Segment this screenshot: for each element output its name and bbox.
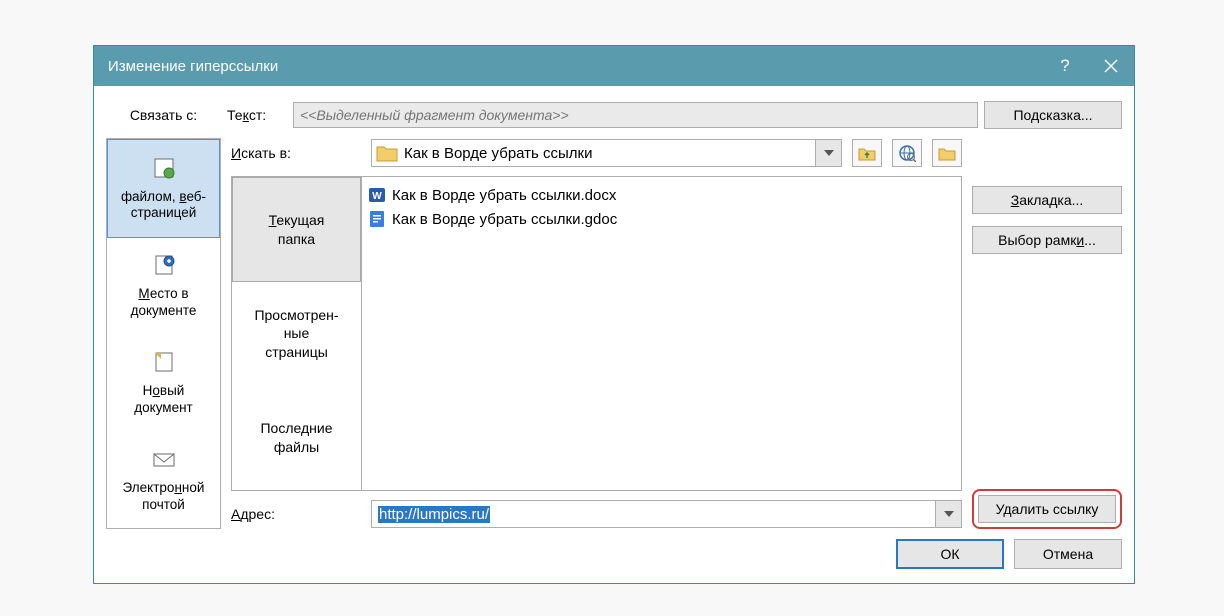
- folder-open-icon: [938, 145, 956, 161]
- tab-current-folder-label: Текущаяпапка: [269, 211, 325, 247]
- link-to-email[interactable]: Электроннойпочтой: [107, 431, 220, 528]
- up-folder-button[interactable]: [852, 139, 882, 167]
- dialog-footer: ОК Отмена: [106, 539, 1122, 569]
- link-to-file-web[interactable]: файлом, веб-страницей: [107, 139, 220, 238]
- center-column: Искать в: Как в Ворде убрать ссылки: [231, 138, 962, 529]
- cancel-button[interactable]: Отмена: [1014, 539, 1122, 569]
- link-to-new-doc-label: Новыйдокумент: [134, 383, 192, 417]
- tab-recent-files-label: Последниефайлы: [260, 419, 332, 455]
- text-label: Текст:: [227, 107, 287, 123]
- look-in-dropdown-btn[interactable]: [815, 140, 841, 166]
- link-with-label: Связать с:: [106, 107, 221, 123]
- text-row: Связать с: Текст: Подсказка...: [106, 98, 1122, 132]
- display-text-field[interactable]: [293, 102, 978, 128]
- svg-text:W: W: [372, 191, 382, 202]
- browse-web-icon: [898, 144, 916, 162]
- titlebar: Изменение гиперссылки ?: [94, 46, 1134, 86]
- remove-link-highlight: Удалить ссылку: [972, 489, 1122, 529]
- link-to-place[interactable]: Место вдокументе: [107, 238, 220, 335]
- screentip-button[interactable]: Подсказка...: [984, 101, 1122, 129]
- file-name: Как в Ворде убрать ссылки.gdoc: [392, 211, 617, 228]
- browse-file-button[interactable]: [932, 139, 962, 167]
- file-item-gdoc[interactable]: Как в Ворде убрать ссылки.gdoc: [368, 207, 955, 231]
- bookmark-icon: [151, 252, 177, 283]
- email-icon: [151, 446, 177, 477]
- file-list[interactable]: W Как в Ворде убрать ссылки.docx: [361, 176, 962, 491]
- dialog-body: Связать с: Текст: Подсказка... файлом, в…: [94, 86, 1134, 583]
- web-icon: [151, 155, 177, 186]
- link-to-place-label: Место вдокументе: [131, 286, 197, 320]
- new-doc-icon: [151, 349, 177, 380]
- tab-browsed-pages-label: Просмотрен-ныестраницы: [254, 306, 338, 361]
- link-to-file-web-label: файлом, веб-страницей: [121, 189, 206, 223]
- file-name: Как в Ворде убрать ссылки.docx: [392, 187, 616, 204]
- address-input[interactable]: http://lumpics.ru/: [371, 500, 962, 528]
- link-to-panel: файлом, веб-страницей Место вдокументе: [106, 138, 221, 529]
- folder-icon: [376, 144, 398, 162]
- tab-recent-files[interactable]: Последниефайлы: [232, 386, 361, 490]
- tab-browsed-pages[interactable]: Просмотрен-ныестраницы: [232, 282, 361, 386]
- chevron-down-icon: [824, 150, 834, 156]
- look-in-label: Искать в:: [231, 145, 361, 161]
- file-item-docx[interactable]: W Как в Ворде убрать ссылки.docx: [368, 183, 955, 207]
- close-icon: [1104, 59, 1118, 73]
- files-wrap: Текущаяпапка Просмотрен-ныестраницы Посл…: [231, 176, 962, 491]
- link-to-email-label: Электроннойпочтой: [123, 480, 205, 514]
- browse-web-button[interactable]: [892, 139, 922, 167]
- edit-hyperlink-dialog: Изменение гиперссылки ? Связать с: Текст…: [93, 45, 1135, 584]
- titlebar-buttons: ?: [1042, 46, 1134, 86]
- ok-button[interactable]: ОК: [896, 539, 1004, 569]
- folder-up-icon: [858, 145, 876, 161]
- right-column: Закладка... Выбор рамки... Удалить ссылк…: [972, 138, 1122, 529]
- look-in-combo[interactable]: Как в Ворде убрать ссылки: [371, 139, 842, 167]
- dialog-title: Изменение гиперссылки: [108, 58, 278, 75]
- close-button[interactable]: [1088, 46, 1134, 86]
- main-area: файлом, веб-страницей Место вдокументе: [106, 138, 1122, 529]
- link-to-new-doc[interactable]: Новыйдокумент: [107, 335, 220, 432]
- chevron-down-icon: [944, 511, 954, 517]
- address-label: Адрес:: [231, 506, 361, 522]
- address-dropdown-btn[interactable]: [935, 501, 961, 527]
- remove-link-button[interactable]: Удалить ссылку: [978, 495, 1116, 523]
- gdoc-icon: [368, 210, 386, 228]
- address-value: http://lumpics.ru/: [378, 506, 490, 523]
- tab-current-folder[interactable]: Текущаяпапка: [232, 177, 361, 282]
- target-frame-button[interactable]: Выбор рамки...: [972, 226, 1122, 254]
- bookmark-button[interactable]: Закладка...: [972, 186, 1122, 214]
- help-button[interactable]: ?: [1042, 46, 1088, 86]
- address-row: Адрес: http://lumpics.ru/: [231, 499, 962, 529]
- word-icon: W: [368, 186, 386, 204]
- look-in-row: Искать в: Как в Ворде убрать ссылки: [231, 138, 962, 168]
- browse-tabs: Текущаяпапка Просмотрен-ныестраницы Посл…: [231, 176, 361, 491]
- look-in-value: Как в Ворде убрать ссылки: [404, 145, 593, 162]
